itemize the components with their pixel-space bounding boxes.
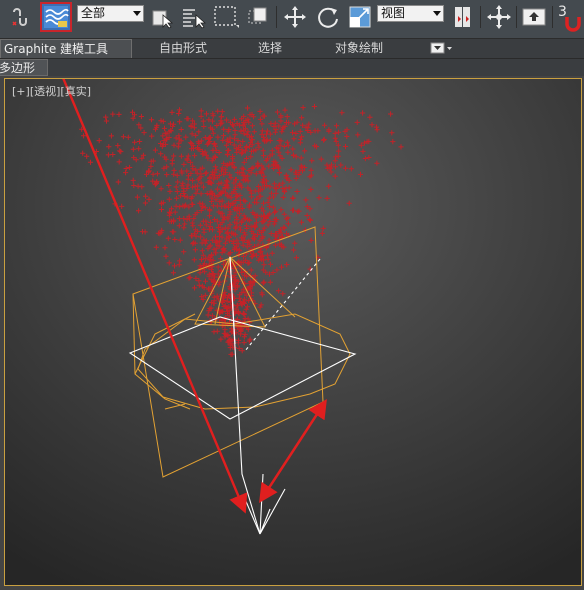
toolbar-divider [276, 6, 277, 28]
pivot-icon[interactable] [449, 4, 477, 30]
toolbar-divider [516, 6, 517, 28]
snap-toggle-icon[interactable]: 3 [556, 4, 584, 32]
main-toolbar: 全部 视图 3 [0, 0, 584, 39]
viewport-shading-label[interactable]: [真实] [60, 85, 91, 98]
selection-filter-dropdown[interactable]: 全部 [77, 5, 144, 22]
perspective-viewport[interactable]: [+][透视][真实] [4, 78, 582, 586]
toolbar-divider [552, 6, 553, 28]
ribbon-options-icon [430, 42, 452, 54]
unlink-icon[interactable] [6, 4, 36, 30]
tab-label: 对象绘制 [335, 41, 384, 55]
bind-spacewarp-icon[interactable] [40, 2, 72, 32]
viewport-label[interactable]: [+][透视][真实] [12, 83, 91, 99]
move-icon[interactable] [281, 4, 309, 30]
window-crossing-icon[interactable] [244, 4, 272, 30]
subtab-label: 多边形建模 [0, 61, 36, 75]
magnet-icon [565, 17, 581, 32]
viewport-view-label[interactable]: [透视] [30, 85, 61, 98]
rectangular-selection-icon[interactable] [211, 4, 241, 30]
reference-coordinate-value: 视图 [381, 6, 406, 20]
scale-icon[interactable] [346, 4, 374, 30]
keyboard-shortcut-icon[interactable] [520, 4, 548, 30]
viewport-menu-label[interactable]: [+] [12, 85, 30, 98]
reference-coordinate-dropdown[interactable]: 视图 [377, 5, 444, 22]
viewport-canvas [5, 79, 581, 585]
chevron-down-icon [133, 11, 141, 16]
select-by-name-icon[interactable] [179, 4, 207, 30]
ribbon-options-button[interactable] [430, 42, 454, 55]
tab-selection[interactable]: 选择 [258, 39, 282, 58]
rotate-icon[interactable] [314, 4, 342, 30]
tab-freeform[interactable]: 自由形式 [159, 39, 207, 58]
toolbar-divider [480, 6, 481, 28]
tab-label: Graphite 建模工具 [4, 42, 109, 56]
tab-label: 自由形式 [159, 41, 208, 55]
tab-polygon-modeling[interactable]: 多边形建模 [0, 59, 48, 76]
ribbon-bar: Graphite 建模工具 自由形式 选择 对象绘制 [0, 39, 584, 59]
tab-label: 选择 [258, 41, 283, 55]
select-object-icon[interactable] [149, 4, 175, 30]
selection-filter-value: 全部 [81, 6, 106, 20]
ribbon-subbar: 多边形建模 [0, 59, 584, 76]
tab-graphite-modeling[interactable]: Graphite 建模工具 [0, 39, 132, 58]
chevron-down-icon [433, 11, 441, 16]
manipulate-icon[interactable] [485, 4, 513, 30]
tab-object-paint[interactable]: 对象绘制 [335, 39, 383, 58]
